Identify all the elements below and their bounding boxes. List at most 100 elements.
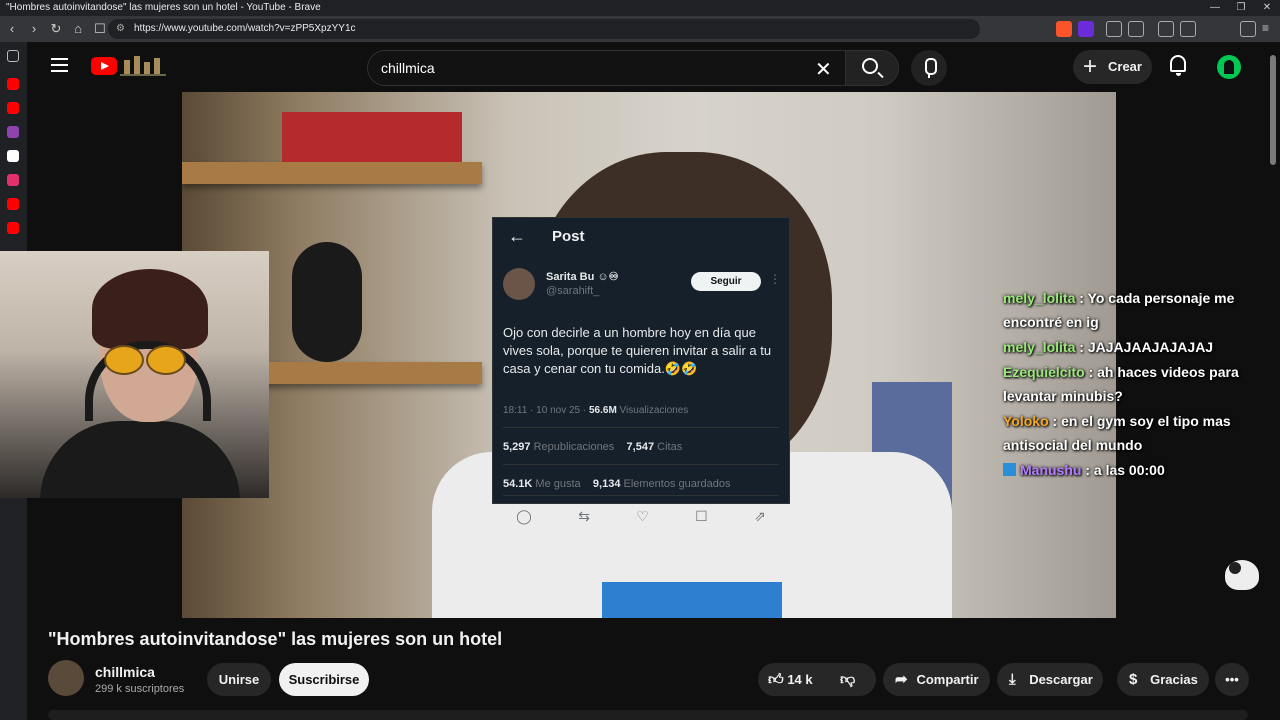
hamburger-menu-icon[interactable] [51,58,68,72]
chat-user: mely_lolita [1003,290,1076,306]
extensions-icon[interactable] [1106,21,1122,37]
thanks-button[interactable]: $ Gracias [1117,663,1209,696]
post-time: 18:11 · 10 nov 25 · [503,405,589,416]
chat-message: Manushu : a las 00:00 [1003,458,1261,482]
vpn-icon[interactable] [1240,21,1256,37]
voice-search-icon[interactable] [911,50,947,86]
media-icon[interactable] [1158,21,1174,37]
post-stats-repost: 5,297 Republicaciones 7,547 Citas [503,441,682,453]
menu-icon[interactable]: ≡ [1262,21,1278,37]
facecam-overlay [0,251,269,498]
instagram-shortcut-icon[interactable] [7,174,19,186]
back-arrow-icon: ← [508,226,526,246]
like-icon: ♡ [636,508,649,524]
forward-icon[interactable]: › [24,19,44,39]
reload-icon[interactable]: ↻ [46,19,66,39]
post-header-label: Post [552,228,585,245]
cat-sticker-icon [1225,560,1259,590]
channel-avatar[interactable] [48,660,84,696]
create-button[interactable]: + Crear [1073,50,1152,84]
bookmark-icon[interactable]: ☐ [90,19,110,39]
video-title: "Hombres autoinvitandose" las mujeres so… [48,629,503,649]
channel-name[interactable]: chillmica [95,664,155,680]
youtube-shortcut-icon[interactable] [7,102,19,114]
close-window-icon[interactable]: ✕ [1254,0,1280,16]
site-info-icon[interactable]: ⚙ [116,19,125,39]
back-icon[interactable]: ‹ [2,19,22,39]
clear-search-icon[interactable]: ✕ [815,57,832,82]
address-bar[interactable]: ⚙ https://www.youtube.com/watch?v=zPP5Xp… [108,19,980,39]
brave-shields-icon[interactable] [1056,21,1072,37]
like-dislike-group: 👍︎ 14 k 👎︎ [758,663,876,696]
youtube-shortcut-icon[interactable] [7,222,19,234]
page-scrollbar[interactable] [1270,55,1276,165]
post-header: ← Post [493,218,789,255]
youtube-logo[interactable] [91,57,117,75]
chat-message: mely_lolita : JAJAJAAJAJAJAJ [1003,335,1261,359]
chat-user: Yoloko [1003,413,1049,429]
dislike-button[interactable]: 👎︎ [840,663,855,696]
sidebar-panel-icon[interactable] [7,50,19,62]
repost-icon: ⇆ [578,508,590,524]
notifications-icon[interactable] [1170,55,1186,76]
divider [503,427,779,428]
search-input[interactable]: chillmica [367,50,859,86]
youtube-shortcut-icon[interactable] [7,198,19,210]
logo-doodle[interactable] [120,54,166,76]
twitch-shortcut-icon[interactable] [7,126,19,138]
post-reposts: 5,297 [503,441,531,453]
post-likes: 54.1K [503,478,533,490]
post-reposts-label: Republicaciones [530,441,615,453]
shelf [182,162,482,184]
x-post-card: ← Post Sarita Bu ☺︎♾ @sarahift_ Seguir ⋮… [492,217,790,524]
wallet-icon[interactable] [1180,21,1196,37]
share-label: Compartir [916,672,979,687]
divider [503,464,779,465]
plush-toy [292,242,362,362]
post-bookmarks: 9,134 [592,478,621,490]
chat-user: mely_lolita [1003,339,1076,355]
chat-text: : a las 00:00 [1081,462,1165,478]
window-title: "Hombres autoinvitandose" las mujeres so… [6,2,321,13]
red-box [282,112,462,162]
share-arrow-icon: ➦ [895,671,908,688]
thumbs-down-icon: 👎︎ [840,671,856,688]
brave-rewards-icon[interactable] [1078,21,1094,37]
more-actions-button[interactable]: ••• [1215,663,1249,696]
share-button[interactable]: ➦ Compartir [883,663,990,696]
youtube-shortcut-icon[interactable] [7,78,19,90]
more-icon: ⋮ [769,272,781,286]
post-text: Ojo con decirle a un hombre hoy en día q… [503,325,772,376]
share-icon: ⇗ [754,508,766,524]
url-text: https://www.youtube.com/watch?v=zPP5XpzY… [134,23,356,34]
post-follow-button: Seguir [691,272,761,291]
chat-text: : JAJAJAAJAJAJAJ [1075,339,1214,355]
chat-message: Ezequielcito : ah haces videos para leva… [1003,360,1261,408]
post-quotes-label: Citas [654,441,683,453]
sidebar-toggle-icon[interactable] [1128,21,1144,37]
post-bookmarks-label: Elementos guardados [620,478,731,490]
account-avatar[interactable] [1217,55,1241,79]
search-button[interactable] [845,50,899,86]
join-button[interactable]: Unirse [207,663,271,696]
post-meta: 18:11 · 10 nov 25 · 56.6M Visualizacione… [503,405,688,416]
post-likes-label: Me gusta [532,478,581,490]
restore-icon[interactable]: ❐ [1228,0,1254,16]
x-shortcut-icon[interactable] [7,150,19,162]
search-icon [862,58,878,74]
home-icon[interactable]: ⌂ [68,19,88,39]
like-button[interactable]: 👍︎ 14 k [768,671,813,688]
stream-chat-overlay: mely_lolita : Yo cada personaje me encon… [1003,286,1261,483]
youtube-masthead: chillmica ✕ + Crear [27,42,1280,92]
search-value: chillmica [381,60,435,76]
thumbs-up-icon: 👍︎ [768,671,784,688]
minimize-icon[interactable]: — [1202,0,1228,16]
download-button[interactable]: ⤓ Descargar [997,663,1103,696]
post-body: Sarita Bu ☺︎♾ @sarahift_ Seguir ⋮ Ojo co… [493,255,789,524]
divider [503,495,779,496]
chat-user: Ezequielcito [1003,364,1085,380]
thanks-label: Gracias [1150,672,1198,687]
subscribe-button[interactable]: Suscribirse [279,663,369,696]
post-author-handle: @sarahift_ [546,285,600,297]
description-box-edge[interactable] [48,710,1248,720]
